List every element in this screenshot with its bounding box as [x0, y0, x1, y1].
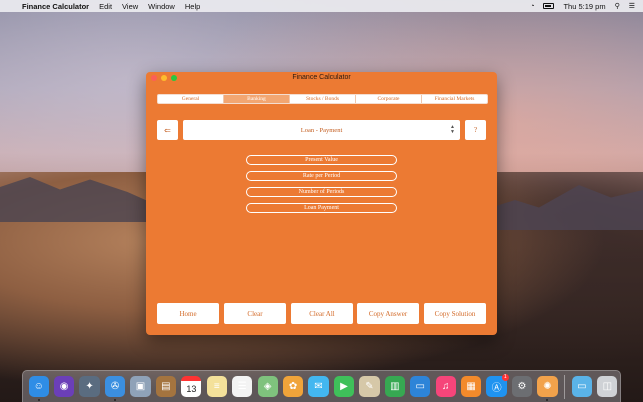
- help-button[interactable]: ?: [465, 120, 486, 140]
- books-icon[interactable]: ▦: [461, 376, 482, 397]
- notification-center-icon[interactable]: ☰: [629, 2, 635, 10]
- app-store-icon[interactable]: Ⓐ 1: [486, 374, 509, 397]
- facetime-icon[interactable]: ▶: [333, 376, 355, 397]
- menu-clock[interactable]: Thu 5:19 pm: [563, 2, 605, 11]
- trash-icon[interactable]: ◫: [597, 376, 618, 397]
- menu-view[interactable]: View: [122, 2, 138, 11]
- textedit-icon[interactable]: ✎: [359, 376, 380, 397]
- notes-icon[interactable]: ≡: [206, 376, 227, 397]
- keynote-icon[interactable]: ▭: [410, 376, 431, 397]
- wifi-icon[interactable]: ◔: [530, 3, 534, 10]
- spotlight-search-icon[interactable]: ⚲: [615, 2, 620, 10]
- tab-banking[interactable]: Banking: [224, 95, 290, 103]
- reminders-icon[interactable]: ☰: [232, 376, 253, 397]
- window-title: Finance Calculator: [292, 74, 351, 81]
- menu-bar: Finance Calculator Edit View Window Help…: [0, 0, 643, 12]
- rate-per-period-field[interactable]: Rate per Period: [246, 171, 397, 181]
- tab-financial-markets[interactable]: Financial Markets: [422, 95, 487, 103]
- calendar-icon[interactable]: 13: [181, 376, 202, 397]
- siri-icon[interactable]: ◉: [54, 376, 75, 397]
- clear-all-button[interactable]: Clear All: [291, 303, 353, 324]
- copy-solution-button[interactable]: Copy Solution: [424, 303, 486, 324]
- downloads-folder-icon[interactable]: ▭: [571, 376, 592, 397]
- system-preferences-icon[interactable]: ⚙: [511, 376, 533, 397]
- launchpad-icon[interactable]: ✦: [79, 376, 100, 397]
- menu-app-name[interactable]: Finance Calculator: [22, 2, 89, 11]
- present-value-field[interactable]: Present Value: [246, 155, 397, 165]
- menu-window[interactable]: Window: [148, 2, 175, 11]
- tab-stocks-bonds[interactable]: Stocks / Bonds: [290, 95, 356, 103]
- photos-icon[interactable]: ✿: [282, 376, 304, 397]
- window-titlebar[interactable]: Finance Calculator: [146, 72, 497, 85]
- battery-icon[interactable]: [543, 3, 555, 9]
- messages-icon[interactable]: ✉: [308, 376, 329, 397]
- preview-icon[interactable]: ▣: [130, 376, 151, 397]
- tab-corporate[interactable]: Corporate: [356, 95, 422, 103]
- app-store-badge: 1: [501, 374, 509, 381]
- finder-icon[interactable]: ☺: [28, 376, 49, 401]
- category-tabs: General Banking Stocks / Bonds Corporate…: [157, 94, 488, 104]
- tab-general[interactable]: General: [158, 95, 224, 103]
- copy-answer-button[interactable]: Copy Answer: [357, 303, 419, 324]
- finance-calculator-icon[interactable]: ✺: [537, 376, 558, 401]
- running-indicator: [37, 399, 40, 401]
- running-indicator: [546, 399, 549, 401]
- dock: ☺ ◉ ✦ ✇ ▣ ▤ 13 ≡ ☰ ◈ ✿ ✉ ▶ ✎ ▥ ▭ ♫ ▦ Ⓐ 1 ⚙ ✺ ▭ ◫: [22, 370, 621, 402]
- calculation-select[interactable]: Loan - Payment ▲ ▼: [183, 120, 460, 140]
- calculation-select-value: Loan - Payment: [300, 126, 343, 134]
- clear-button[interactable]: Clear: [224, 303, 286, 324]
- music-icon[interactable]: ♫: [435, 376, 456, 397]
- home-button[interactable]: Home: [157, 303, 219, 324]
- maps-icon[interactable]: ◈: [257, 376, 278, 397]
- menu-edit[interactable]: Edit: [99, 2, 112, 11]
- running-indicator: [113, 399, 116, 401]
- number-of-periods-field[interactable]: Number of Periods: [246, 187, 397, 197]
- menu-help[interactable]: Help: [185, 2, 200, 11]
- safari-icon[interactable]: ✇: [104, 376, 126, 401]
- dock-divider: [564, 374, 566, 399]
- finance-calculator-window: Finance Calculator General Banking Stock…: [146, 72, 497, 335]
- loan-payment-field[interactable]: Loan Payment: [246, 203, 397, 213]
- back-button[interactable]: ⇐: [157, 120, 178, 140]
- notes-brown-icon[interactable]: ▤: [155, 376, 177, 397]
- numbers-icon[interactable]: ▥: [384, 376, 405, 397]
- chevron-updown-icon: ▲ ▼: [450, 125, 455, 135]
